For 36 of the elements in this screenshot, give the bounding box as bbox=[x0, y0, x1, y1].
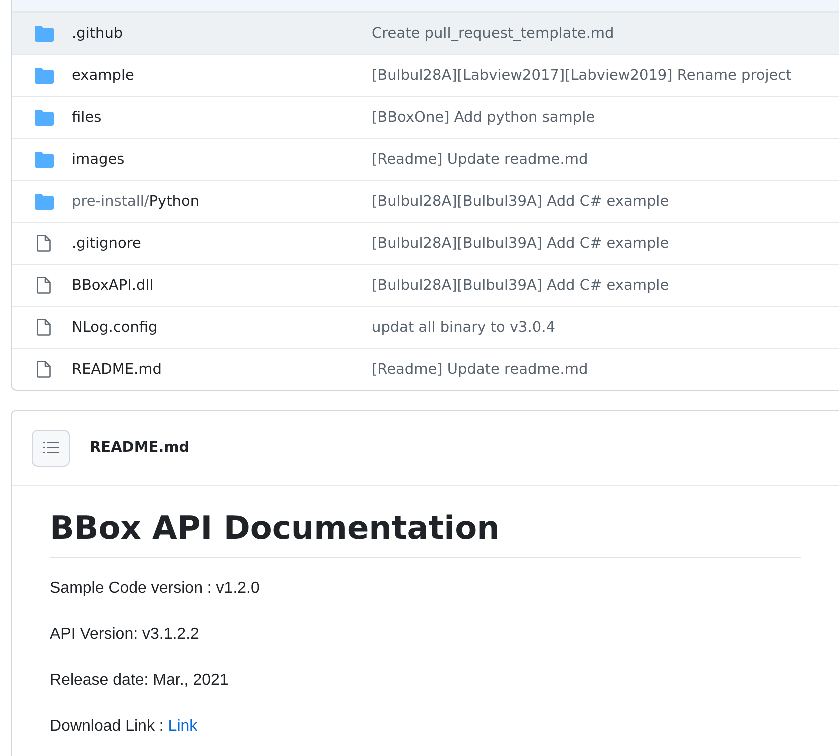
commit-message-link[interactable]: [Bulbul28A][Bulbul39A] Add C# example bbox=[372, 236, 670, 252]
file-row[interactable]: pre-install/Python [Bulbul28A][Bulbul39A] Add C# example bbox=[12, 180, 839, 222]
file-name-link[interactable]: images bbox=[72, 152, 372, 168]
readme-heading: BBox API Documentation bbox=[50, 508, 801, 558]
file-row[interactable]: .gitignore [Bulbul28A][Bulbul39A] Add C# example bbox=[12, 222, 839, 264]
file-name-link[interactable]: NLog.config bbox=[72, 320, 372, 336]
file-name-link[interactable]: README.md bbox=[72, 362, 372, 378]
file-name-link[interactable]: example bbox=[72, 68, 372, 84]
commit-message-link[interactable]: updat all binary to v3.0.4 bbox=[372, 320, 556, 336]
readme-paragraph: Sample Code version : v1.2.0 bbox=[50, 579, 261, 599]
commit-message-link[interactable]: [BBoxOne] Add python sample bbox=[372, 110, 596, 126]
commit-message-link[interactable]: [Readme] Update readme.md bbox=[372, 152, 588, 168]
readme-paragraph: Download Link : Link bbox=[50, 717, 199, 737]
readme-paragraph: Release date: Mar., 2021 bbox=[50, 671, 230, 691]
file-row[interactable]: .github Create pull_request_template.md bbox=[12, 12, 839, 54]
commit-message-link[interactable]: Create pull_request_template.md bbox=[372, 26, 614, 42]
commit-message-link[interactable]: [Bulbul28A][Bulbul39A] Add C# example bbox=[372, 194, 670, 210]
file-row[interactable]: example [Bulbul28A][Labview2017][Labview2019] Rename project bbox=[12, 54, 839, 96]
file-name-link[interactable]: .github bbox=[72, 26, 372, 42]
file-name-link[interactable]: files bbox=[72, 110, 372, 126]
file-row[interactable]: NLog.config updat all binary to v3.0.4 bbox=[12, 306, 839, 348]
download-link[interactable]: Link bbox=[168, 718, 198, 735]
list-icon bbox=[43, 441, 59, 455]
file-name-link[interactable]: BBoxAPI.dll bbox=[72, 278, 372, 294]
commit-message-link[interactable]: [Bulbul28A][Bulbul39A] Add C# example bbox=[372, 278, 670, 294]
file-name-link[interactable]: .gitignore bbox=[72, 236, 372, 252]
file-row[interactable]: README.md [Readme] Update readme.md bbox=[12, 348, 839, 390]
file-row[interactable]: BBoxAPI.dll [Bulbul28A][Bulbul39A] Add C# example bbox=[12, 264, 839, 306]
file-name-link[interactable]: pre-install/Python bbox=[72, 194, 372, 210]
commit-message-link[interactable]: [Bulbul28A][Labview2017][Labview2019] Rename project bbox=[372, 68, 792, 84]
file-row[interactable]: files [BBoxOne] Add python sample bbox=[12, 96, 839, 138]
commit-message-link[interactable]: [Readme] Update readme.md bbox=[372, 362, 588, 378]
readme-paragraph: API Version: v3.1.2.2 bbox=[50, 625, 200, 645]
readme-file-name: README.md bbox=[90, 440, 190, 456]
file-row[interactable]: images [Readme] Update readme.md bbox=[12, 138, 839, 180]
outline-button[interactable] bbox=[32, 430, 70, 466]
